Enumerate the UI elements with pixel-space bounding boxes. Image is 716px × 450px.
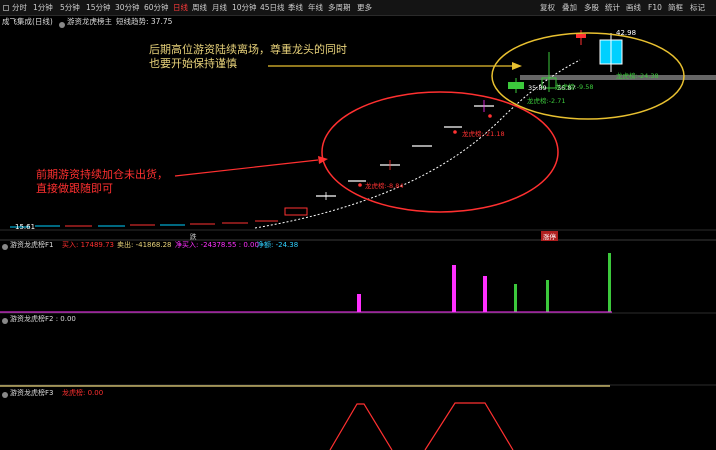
f1-net-amount: 净额: -24.38 xyxy=(257,241,299,249)
f3-trapezoid xyxy=(329,403,393,450)
panel-f2-title[interactable]: 游资龙虎榜F2 : 0.00 xyxy=(10,314,76,325)
arrow-right-icon xyxy=(512,62,522,70)
dragon-label: 龙虎榜:-2.71 xyxy=(527,97,566,105)
highlight-ellipse-red xyxy=(321,91,559,213)
f3-trapezoid xyxy=(424,402,514,450)
dragon-label: 龙虎榜:-8.84 xyxy=(365,182,404,190)
settings-icon[interactable] xyxy=(2,316,8,327)
candles-low xyxy=(10,100,494,228)
f1-net-buy: 净买入: -24378.55 : 0.00 xyxy=(175,241,259,249)
left-price-label: 15.61 xyxy=(15,223,36,231)
settings-icon[interactable] xyxy=(2,390,8,401)
panel-f3-header: 游资龙虎榜F3 龙虎榜: 0.00 xyxy=(0,388,716,399)
panel-f1-header: 游资龙虎榜F1 买入: 17489.73 卖出: -41868.28 净买入: … xyxy=(0,240,716,251)
panel-f2-header: 游资龙虎榜F2 : 0.00 xyxy=(0,314,716,325)
price-low-label: 35.89 xyxy=(528,84,547,92)
panel-f1-title[interactable]: 游资龙虎榜F1 xyxy=(10,240,53,251)
panel-f3-value: 龙虎榜: 0.00 xyxy=(62,389,104,397)
dragon-label: 龙虎榜:-24.38 xyxy=(616,72,659,80)
f1-bars xyxy=(0,253,612,313)
annotation-top: 后期高位游资陆续离场，尊重龙头的同时 也要开始保持谨慎 xyxy=(149,43,347,70)
settings-icon[interactable] xyxy=(2,242,8,253)
f1-buy: 买入: 17489.73 xyxy=(62,241,114,249)
panel-f3-title[interactable]: 游资龙虎榜F3 xyxy=(10,388,53,399)
price-high-label: 42.98 xyxy=(616,29,637,37)
f1-sell: 卖出: -41868.28 xyxy=(117,241,172,249)
main-chart-canvas xyxy=(0,30,716,450)
dragon-label: 龙虎榜:-9.58 xyxy=(555,83,594,91)
dragon-markers xyxy=(358,114,492,187)
annotation-left: 前期游资持续加仓未出货， 直接做跟随即可 xyxy=(36,168,168,195)
dragon-label: 龙虎榜:-21.18 xyxy=(462,130,505,138)
